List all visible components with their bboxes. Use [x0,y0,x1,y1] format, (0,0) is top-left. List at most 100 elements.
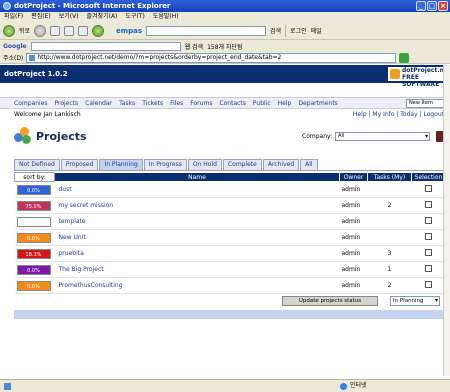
menu-tools[interactable]: 도구(T) [125,12,144,22]
select-checkbox[interactable] [425,201,432,208]
select-checkbox[interactable] [425,281,432,288]
address-url: http://www.dotproject.net/demo/?m=projec… [37,53,282,61]
tab-in-planning[interactable]: In Planning [99,159,143,170]
column-name[interactable]: Name [54,172,340,182]
google-search-button[interactable]: 웹 검색 [185,42,203,51]
toolbar-divider [285,24,287,37]
select-checkbox[interactable] [425,249,432,256]
progress-badge: 0.0% [16,264,51,275]
column-selection: Selection [411,172,446,182]
project-name-link[interactable]: New Unit [54,229,340,246]
mail-button[interactable]: 메일 [311,26,322,35]
empas-search-input[interactable] [146,25,266,36]
nav-contacts[interactable]: Contacts [219,98,245,108]
project-tasks: 2 [367,197,412,214]
project-name-link[interactable]: The Big Project [54,261,340,278]
nav-public[interactable]: Public [253,98,271,108]
stop-icon[interactable] [50,25,61,36]
update-status-button[interactable]: Update projects status [282,296,378,306]
sort-by-label: sort by: [14,172,55,182]
tab-underline [14,170,446,171]
project-owner: admin [339,229,368,246]
home-icon[interactable] [78,25,89,36]
page-header: Projects [14,124,87,148]
menu-edit[interactable]: 편집(E) [31,12,51,22]
projects-icon [14,127,32,145]
column-owner[interactable]: Owner [339,172,368,182]
project-owner: admin [339,245,368,262]
select-checkbox[interactable] [425,265,432,272]
nav-calendar[interactable]: Calendar [85,98,112,108]
table-row: 0.0% New Unit admin [14,229,446,246]
page-icon [29,54,36,61]
empas-logo: empas [116,26,142,35]
history-icon[interactable] [92,24,105,37]
tab-proposed[interactable]: Proposed [60,159,99,170]
top-links[interactable]: Help | My Info | Today | Logout [353,111,444,118]
tab-complete[interactable]: Complete [222,159,262,170]
project-owner: admin [339,213,368,230]
window-titlebar: dotProject - Microsoft Internet Explorer… [0,0,450,12]
nav-files[interactable]: Files [170,98,183,108]
nav-forums[interactable]: Forums [190,98,212,108]
new-item-select[interactable]: New Item [406,99,444,108]
project-tasks: 2 [367,277,412,294]
tab-archived[interactable]: Archived [262,159,300,170]
project-name-link[interactable]: pruebita [54,245,340,262]
minimize-button[interactable]: _ [416,1,426,11]
nav-departments[interactable]: Departments [298,98,337,108]
project-name-link[interactable]: PromethusConsulting [54,277,340,294]
tab-on-hold[interactable]: On Hold [187,159,222,170]
company-filter: Company: All [302,132,431,141]
select-checkbox[interactable] [425,217,432,224]
nav-help[interactable]: Help [278,98,292,108]
column-tasks[interactable]: Tasks (My) [367,172,412,182]
status-select[interactable]: In Planning [390,296,440,306]
nav-projects[interactable]: Projects [54,98,78,108]
select-checkbox[interactable] [425,233,432,240]
close-button[interactable]: × [438,1,448,11]
google-toolbar: Google 웹 검색 158개 차단됨 [0,40,450,52]
popup-blocked-count[interactable]: 158개 차단됨 [207,42,242,51]
status-bar: 인터넷 [0,379,450,392]
new-item-value: New Item [409,100,433,106]
company-select[interactable]: All [335,132,431,141]
company-select-value: All [338,133,345,139]
vertical-scrollbar[interactable] [443,65,450,376]
menu-file[interactable]: 파일(F) [4,12,23,22]
project-name-link[interactable]: template [54,213,340,230]
project-tasks: 3 [367,245,412,262]
go-button[interactable] [399,52,410,63]
back-label[interactable]: 뒤로 [19,26,30,35]
project-owner: admin [339,277,368,294]
search-button[interactable]: 검색 [270,26,281,35]
project-name-link[interactable]: dust [54,181,340,198]
menu-view[interactable]: 보기(V) [59,12,79,22]
login-button[interactable]: 로그인 [290,26,307,35]
project-name-link[interactable]: my secret mission [54,197,340,214]
logo-mark-icon [390,69,400,79]
maximize-button[interactable]: □ [427,1,437,11]
dotproject-logo: dotProject.net FREE SOFTWARE [388,67,450,88]
tab-all[interactable]: All [300,159,318,170]
select-checkbox[interactable] [425,185,432,192]
menu-favorites[interactable]: 즐겨찾기(A) [87,12,118,22]
table-row: 0.0% dust admin [14,181,446,198]
welcome-text: Welcome Jan Lankisch [14,111,81,118]
nav-companies[interactable]: Companies [14,98,47,108]
status-tabs: Not Defined Proposed In Planning In Prog… [14,159,318,170]
app-title: dotProject 1.0.2 [4,70,68,78]
tab-in-progress[interactable]: In Progress [143,159,187,170]
google-search-input[interactable] [30,41,181,51]
project-tasks [367,181,412,198]
address-input[interactable]: http://www.dotproject.net/demo/?m=projec… [26,52,397,63]
tab-not-defined[interactable]: Not Defined [14,159,60,170]
progress-badge: 0.0% [16,184,51,195]
refresh-icon[interactable] [64,25,75,36]
menu-help[interactable]: 도움말(H) [153,12,179,22]
table-row: 75.0% my secret mission admin 2 [14,197,446,214]
forward-icon[interactable] [34,24,47,37]
nav-tasks[interactable]: Tasks [119,98,135,108]
nav-tickets[interactable]: Tickets [142,98,163,108]
back-icon[interactable] [3,24,15,37]
